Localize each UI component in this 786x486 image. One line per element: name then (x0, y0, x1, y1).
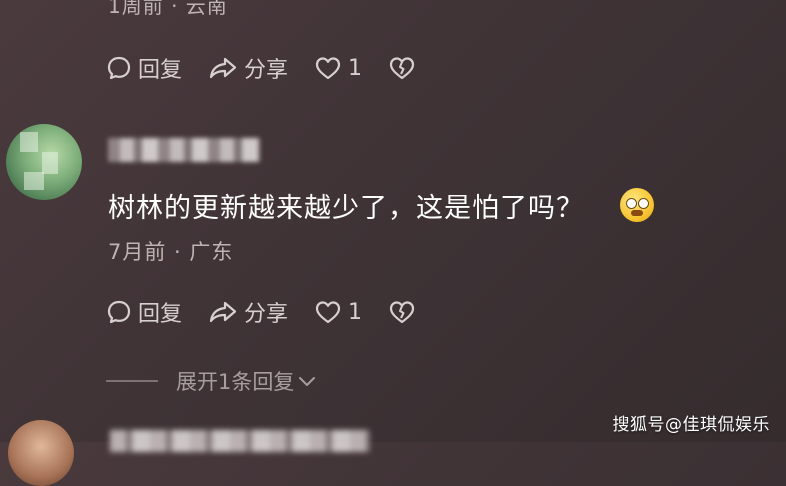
like-count: 1 (348, 55, 363, 81)
share-arrow-icon (209, 57, 237, 79)
dislike-button[interactable] (388, 299, 422, 325)
expand-replies-label: 展开1条回复 (176, 370, 295, 394)
comment-bubble-icon (107, 300, 131, 324)
comment-meta: 7月前 · 广东 (108, 240, 234, 264)
reply-button[interactable]: 回复 (106, 52, 182, 84)
share-button[interactable]: 分享 (208, 296, 288, 328)
comment-bubble-icon (107, 56, 131, 80)
expand-replies-button[interactable]: 展开1条回复 (106, 366, 316, 396)
watermark: 搜狐号@佳琪侃娱乐 (612, 415, 770, 435)
share-button[interactable]: 分享 (208, 52, 288, 84)
like-button[interactable]: 1 (314, 299, 362, 325)
reply-button[interactable]: 回复 (106, 296, 182, 328)
previous-comment-meta: 1周前 · 云南 (108, 0, 228, 18)
share-arrow-icon (209, 301, 237, 323)
divider (106, 380, 158, 382)
chevron-down-icon (299, 377, 316, 386)
like-button[interactable]: 1 (314, 55, 362, 81)
share-label: 分享 (244, 58, 289, 83)
dislike-button[interactable] (388, 55, 422, 81)
reply-label: 回复 (138, 58, 183, 83)
heart-icon (315, 57, 341, 80)
broken-heart-icon (389, 57, 415, 80)
like-count: 1 (348, 299, 363, 325)
next-comment-username-blurred[interactable] (110, 430, 370, 452)
emoji-icon (620, 188, 654, 222)
username-blurred[interactable] (108, 138, 260, 162)
avatar[interactable] (6, 124, 82, 200)
broken-heart-icon (389, 301, 415, 324)
action-bar-previous: 回复 分享 1 (106, 52, 448, 84)
comment-text: 树林的更新越来越少了，这是怕了吗？ (108, 193, 584, 224)
next-comment-avatar[interactable] (8, 420, 74, 486)
reply-label: 回复 (138, 302, 183, 327)
heart-icon (315, 301, 341, 324)
share-label: 分享 (244, 302, 289, 327)
action-bar-comment: 回复 分享 1 (106, 296, 448, 328)
